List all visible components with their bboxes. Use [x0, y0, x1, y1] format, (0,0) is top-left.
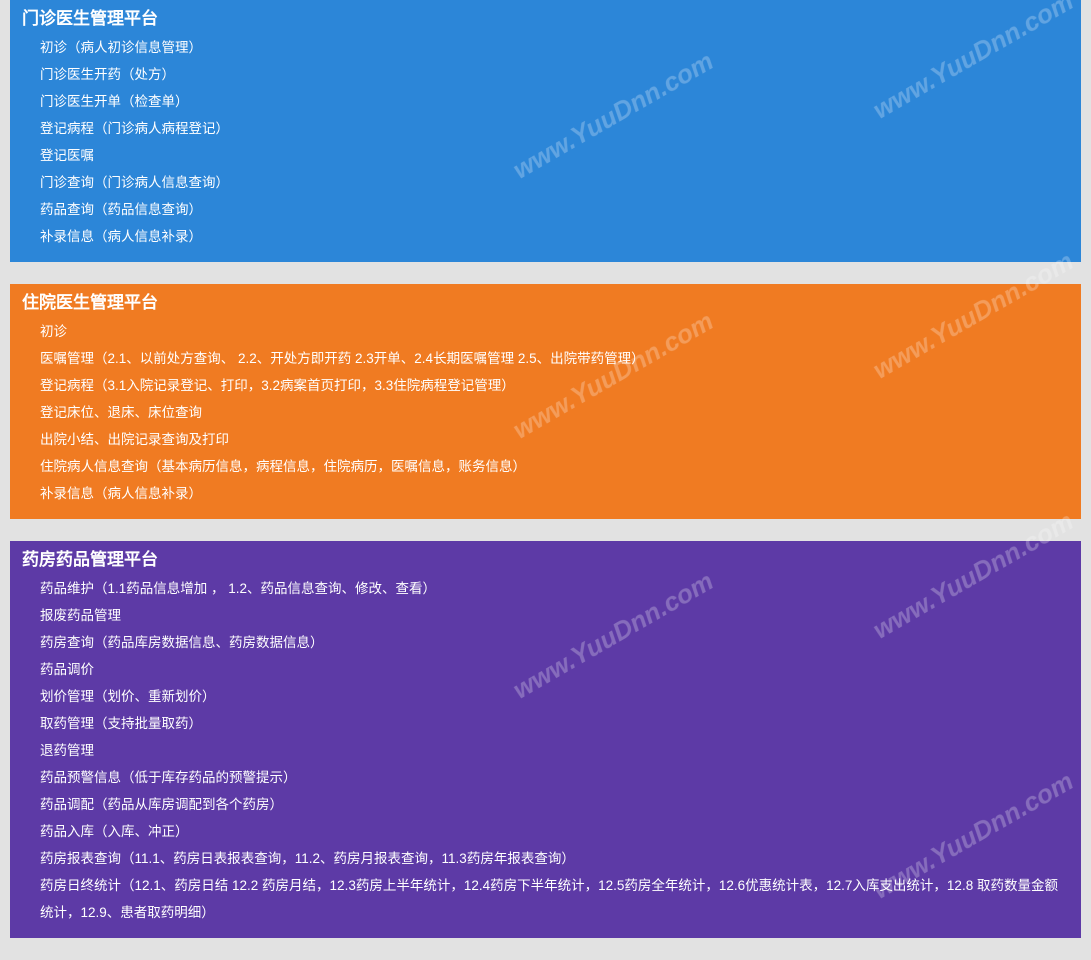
- list-item: 登记病程（门诊病人病程登记）: [40, 115, 1069, 142]
- item-list: 初诊（病人初诊信息管理） 门诊医生开药（处方） 门诊医生开单（检查单） 登记病程…: [22, 34, 1069, 250]
- section-title: 药房药品管理平台: [22, 549, 1069, 571]
- list-item: 门诊医生开药（处方）: [40, 61, 1069, 88]
- list-item: 药品预警信息（低于库存药品的预警提示）: [40, 764, 1069, 791]
- list-item: 药品调配（药品从库房调配到各个药房）: [40, 791, 1069, 818]
- section-title: 门诊医生管理平台: [22, 8, 1069, 30]
- list-item: 初诊: [40, 318, 1069, 345]
- list-item: 登记医嘱: [40, 142, 1069, 169]
- list-item: 补录信息（病人信息补录）: [40, 223, 1069, 250]
- item-list: 药品维护（1.1药品信息增加 ， 1.2、药品信息查询、修改、查看） 报废药品管…: [22, 575, 1069, 926]
- list-item: 登记病程（3.1入院记录登记、打印，3.2病案首页打印，3.3住院病程登记管理）: [40, 372, 1069, 399]
- list-item: 药品查询（药品信息查询）: [40, 196, 1069, 223]
- list-item: 登记床位、退床、床位查询: [40, 399, 1069, 426]
- list-item: 初诊（病人初诊信息管理）: [40, 34, 1069, 61]
- list-item: 医嘱管理（2.1、以前处方查询、 2.2、开处方即开药 2.3开单、2.4长期医…: [40, 345, 1069, 372]
- section-title: 住院医生管理平台: [22, 292, 1069, 314]
- list-item: 划价管理（划价、重新划价）: [40, 683, 1069, 710]
- list-item: 药品维护（1.1药品信息增加 ， 1.2、药品信息查询、修改、查看）: [40, 575, 1069, 602]
- list-item: 补录信息（病人信息补录）: [40, 480, 1069, 507]
- list-item: 报废药品管理: [40, 602, 1069, 629]
- item-list: 初诊 医嘱管理（2.1、以前处方查询、 2.2、开处方即开药 2.3开单、2.4…: [22, 318, 1069, 507]
- list-item: 药品调价: [40, 656, 1069, 683]
- list-item: 药品入库（入库、冲正）: [40, 818, 1069, 845]
- list-item: 退药管理: [40, 737, 1069, 764]
- list-item: 门诊医生开单（检查单）: [40, 88, 1069, 115]
- list-item: 药房报表查询（11.1、药房日表报表查询，11.2、药房月报表查询，11.3药房…: [40, 845, 1069, 872]
- list-item: 药房日终统计（12.1、药房日结 12.2 药房月结，12.3药房上半年统计，1…: [40, 872, 1069, 926]
- list-item: 取药管理（支持批量取药）: [40, 710, 1069, 737]
- list-item: 住院病人信息查询（基本病历信息，病程信息，住院病历，医嘱信息，账务信息）: [40, 453, 1069, 480]
- list-item: 药房查询（药品库房数据信息、药房数据信息）: [40, 629, 1069, 656]
- list-item: 门诊查询（门诊病人信息查询）: [40, 169, 1069, 196]
- list-item: 出院小结、出院记录查询及打印: [40, 426, 1069, 453]
- inpatient-section: 住院医生管理平台 初诊 医嘱管理（2.1、以前处方查询、 2.2、开处方即开药 …: [10, 284, 1081, 519]
- pharmacy-section: 药房药品管理平台 药品维护（1.1药品信息增加 ， 1.2、药品信息查询、修改、…: [10, 541, 1081, 938]
- outpatient-section: 门诊医生管理平台 初诊（病人初诊信息管理） 门诊医生开药（处方） 门诊医生开单（…: [10, 0, 1081, 262]
